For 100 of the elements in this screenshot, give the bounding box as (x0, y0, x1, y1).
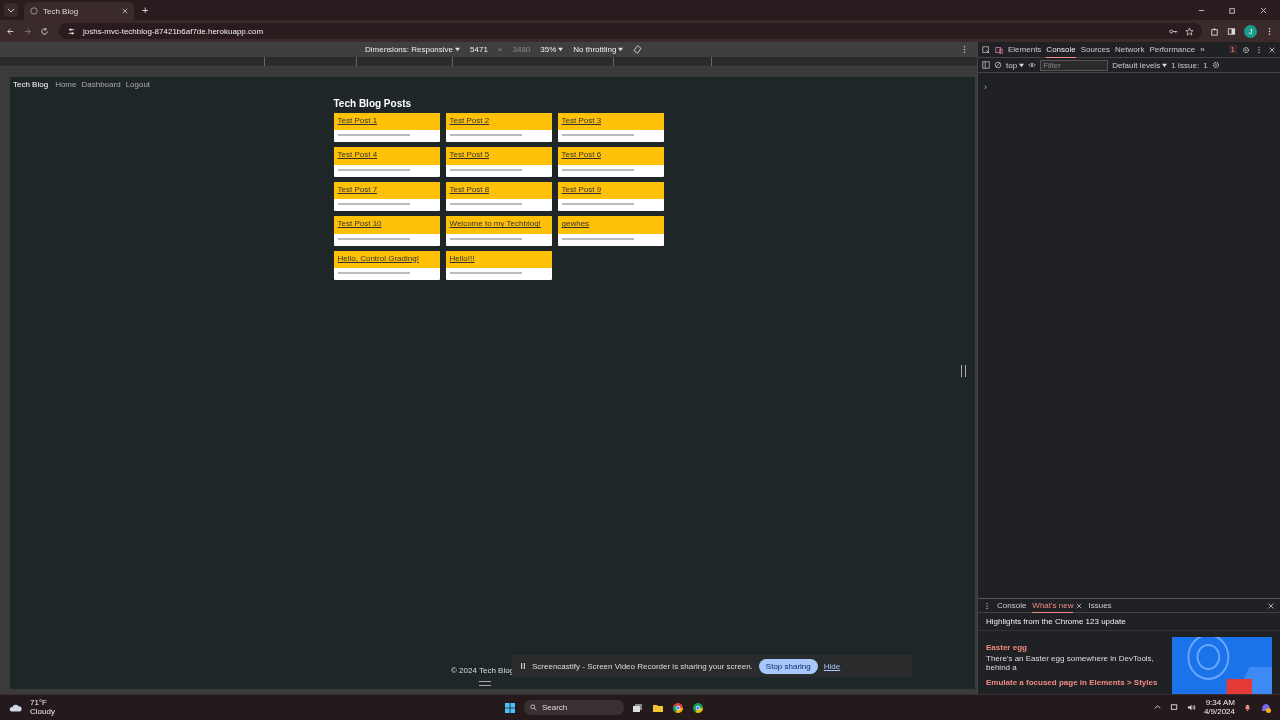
taskbar-search-field[interactable]: Search (523, 700, 624, 715)
resize-handle[interactable] (479, 681, 491, 686)
post-card[interactable]: Test Post 9 (557, 181, 664, 212)
nav-link[interactable]: Dashboard (81, 80, 121, 89)
hide-link[interactable]: Hide (823, 661, 841, 671)
post-card[interactable]: Test Post 7 (333, 181, 440, 212)
weather-text[interactable]: Cloudy (30, 707, 55, 717)
globe-icon (30, 7, 38, 15)
caret-icon (1019, 62, 1025, 68)
dimensions-dropdown[interactable]: Dimensions: Responsive (365, 45, 454, 54)
clock-time[interactable]: 9:34 AM (1205, 698, 1235, 708)
rotate-icon[interactable] (633, 45, 643, 54)
task-view-icon[interactable] (631, 701, 644, 714)
zoom-dropdown[interactable]: 35% (540, 45, 557, 54)
devtools-tab[interactable]: Network (1115, 41, 1145, 58)
feature-link[interactable]: Easter egg (986, 643, 1166, 652)
temperature-text[interactable]: 71°F (30, 698, 47, 708)
chevron-down-icon[interactable] (4, 3, 18, 17)
post-card[interactable]: Test Post 4 (333, 147, 440, 177)
clock-date[interactable]: 4/9/2024 (1203, 707, 1235, 717)
close-icon[interactable] (1267, 601, 1275, 610)
pause-icon (520, 662, 526, 670)
cloud-icon (8, 702, 22, 713)
drawer-tab[interactable]: Console (997, 598, 1027, 613)
chrome-icon[interactable] (691, 701, 704, 714)
issues-label: 1 Issue: (1171, 60, 1200, 70)
clear-icon[interactable] (994, 61, 1002, 69)
post-card[interactable]: Test Post 1 (333, 113, 440, 143)
site-settings-icon[interactable] (67, 26, 76, 36)
search-icon (529, 704, 537, 711)
filter-field[interactable]: Filter (1040, 59, 1109, 71)
nav-link[interactable]: Logout (125, 80, 151, 89)
tab-title: Tech Blog (43, 6, 80, 16)
resize-handle[interactable] (961, 365, 966, 377)
copilot-icon[interactable] (1260, 701, 1272, 714)
times-sign: × (497, 45, 503, 54)
width-field[interactable]: 5471 (470, 45, 488, 54)
settings-icon[interactable] (1242, 45, 1250, 54)
sidebar-icon[interactable] (982, 61, 990, 69)
bell-icon[interactable] (1243, 703, 1252, 712)
new-tab-button[interactable]: + (140, 4, 151, 16)
drawer-tab[interactable]: Issues (1088, 598, 1112, 613)
post-card[interactable]: Welcome to my Techblog! (445, 216, 552, 246)
post-card[interactable]: gewhes (557, 216, 664, 246)
issues-count-badge[interactable]: 1 (1203, 60, 1208, 70)
sharing-message: Screencastify - Screen Video Recorder is sharing your screen. (532, 661, 753, 671)
post-card[interactable]: Test Post 3 (557, 113, 664, 143)
close-icon[interactable] (122, 8, 128, 14)
settings-icon[interactable] (1211, 61, 1220, 69)
close-icon[interactable] (1259, 5, 1268, 15)
star-icon[interactable] (1185, 26, 1194, 36)
devtools-tab[interactable]: Elements (1008, 41, 1042, 58)
console-prompt[interactable]: › (984, 82, 987, 92)
feature-description: There's an Easter egg somewhere in DevTools, behind a (986, 654, 1155, 672)
more-tabs-button[interactable]: » (1200, 45, 1205, 54)
post-card[interactable]: Test Post 6 (557, 147, 664, 177)
devtools-tab[interactable]: Sources (1080, 41, 1111, 58)
search-placeholder: Search (541, 703, 568, 712)
browser-tab[interactable]: Tech Blog (24, 2, 134, 20)
stop-sharing-button[interactable]: Stop sharing (758, 658, 818, 674)
drawer-tab[interactable]: What's new (1032, 598, 1074, 613)
caret-icon (618, 47, 624, 52)
error-count-badge[interactable]: 1 (1228, 45, 1237, 54)
feature-link[interactable]: Emulate a focused page in Elements > Styles (986, 678, 1166, 687)
more-options-icon[interactable] (983, 601, 991, 610)
caret-icon (558, 47, 564, 52)
side-panel-icon[interactable] (1227, 26, 1236, 36)
back-icon[interactable] (6, 26, 15, 36)
caret-icon (455, 47, 461, 52)
post-card[interactable]: Test Post 5 (445, 147, 552, 177)
close-icon[interactable] (1268, 45, 1276, 54)
site-brand[interactable]: Tech Blog (13, 80, 49, 89)
restore-icon[interactable] (1228, 5, 1237, 15)
windows-icon[interactable] (503, 701, 516, 714)
reload-icon[interactable] (40, 26, 49, 36)
chrome-icon[interactable] (671, 701, 684, 714)
throttling-dropdown[interactable]: No throttling (573, 45, 617, 54)
devtools-tab[interactable]: Console (1046, 41, 1076, 58)
post-card[interactable]: Hello, Control Grading! (333, 250, 440, 280)
post-card[interactable]: Test Post 10 (333, 216, 440, 246)
close-icon[interactable] (1076, 602, 1083, 609)
context-dropdown[interactable]: top (1006, 60, 1018, 70)
levels-dropdown[interactable]: Default levels (1112, 60, 1161, 70)
forward-icon[interactable] (23, 26, 32, 36)
chevron-up-icon[interactable] (1152, 703, 1162, 712)
key-icon[interactable] (1169, 26, 1178, 36)
post-card[interactable]: Test Post 8 (445, 181, 552, 212)
caret-icon (1162, 62, 1168, 68)
page-heading: Tech Blog Posts (333, 98, 413, 109)
more-options-icon[interactable] (1255, 45, 1263, 54)
devtools-tab[interactable]: Performance (1149, 41, 1196, 58)
whats-new-headline: Highlights from the Chrome 123 update (978, 613, 1280, 631)
address-bar[interactable]: joshs-mvc-techblog-87421b6af7de.herokuapp.com (59, 23, 1202, 39)
post-card[interactable]: Hello!!! (445, 250, 552, 280)
device-toggle-icon[interactable] (995, 45, 1003, 54)
eye-icon[interactable] (1028, 61, 1037, 69)
nav-link[interactable]: Home (55, 80, 77, 89)
post-card[interactable]: Test Post 2 (445, 113, 552, 143)
inspect-icon[interactable] (982, 45, 990, 54)
speaker-icon[interactable] (1186, 703, 1196, 712)
